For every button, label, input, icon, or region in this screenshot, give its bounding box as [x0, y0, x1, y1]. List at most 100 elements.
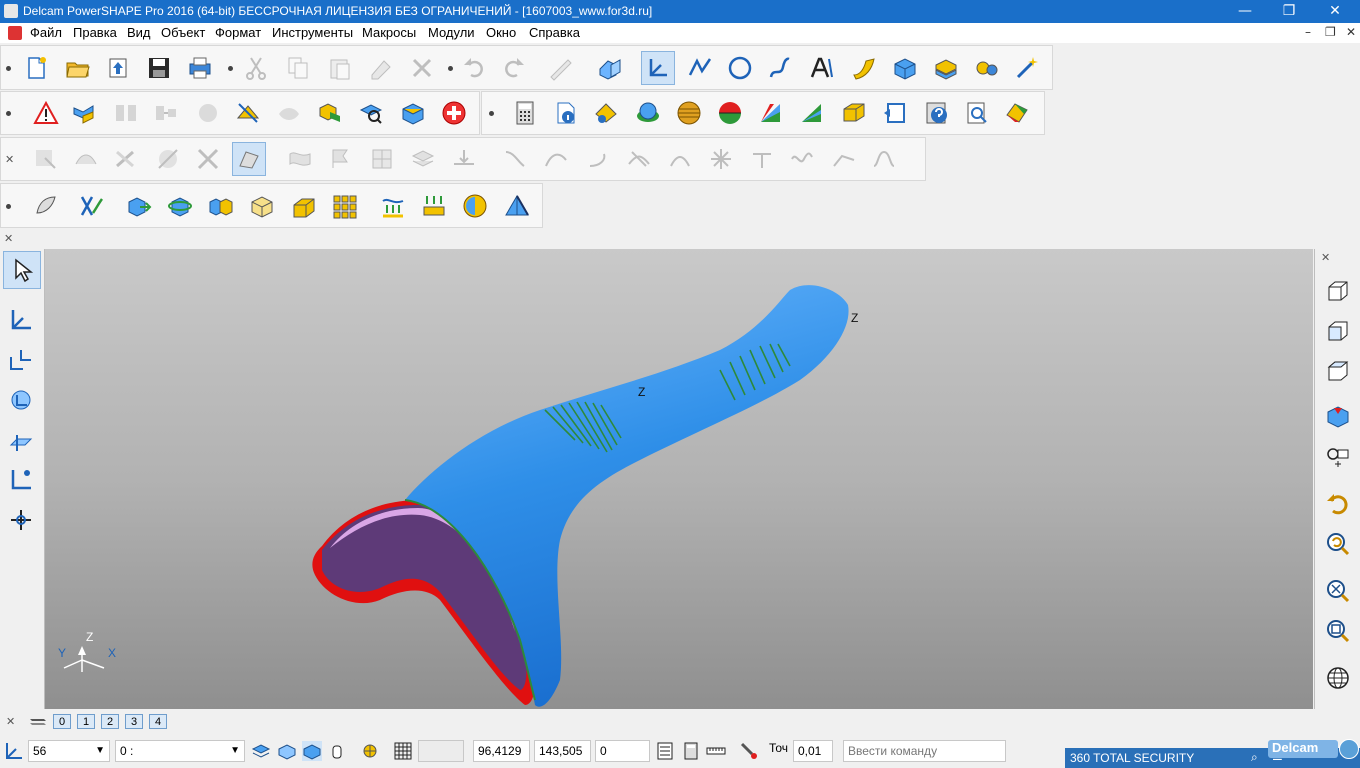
zoom-page-button[interactable] [960, 96, 994, 130]
render-button[interactable] [631, 96, 665, 130]
menu-object[interactable]: Объект [161, 25, 205, 40]
text-button[interactable] [805, 51, 839, 85]
hand-icon[interactable] [327, 741, 347, 761]
calculator-icon[interactable] [681, 741, 701, 761]
surface-tool-4[interactable] [151, 142, 185, 176]
assembly-button[interactable] [929, 51, 963, 85]
workplane-multi-button[interactable] [4, 343, 38, 377]
menu-edit[interactable]: Правка [73, 25, 117, 40]
curve-tool-9[interactable] [827, 142, 861, 176]
curve-tool-10[interactable] [867, 142, 901, 176]
solid-tool-6[interactable] [245, 189, 279, 223]
surface-tool-11[interactable] [447, 142, 481, 176]
coordinate-y-field[interactable]: 143,505 [534, 740, 591, 762]
tolerance-field[interactable]: 0,01 [793, 740, 833, 762]
solid-tool-4[interactable] [163, 189, 197, 223]
close-button[interactable]: ✕ [1312, 0, 1358, 23]
solid-tool-9[interactable] [376, 189, 410, 223]
surface-tool-8[interactable] [323, 142, 357, 176]
info-button[interactable] [549, 96, 583, 130]
blend-button[interactable] [67, 96, 101, 130]
solid-tool-11[interactable] [458, 189, 492, 223]
surface-tool-6[interactable] [232, 142, 266, 176]
panel-close-button[interactable]: ✕ [4, 232, 13, 245]
select-button[interactable] [3, 251, 41, 289]
solid-tool-10[interactable] [417, 189, 451, 223]
level-tab-0[interactable]: 0 [53, 714, 71, 729]
surface-tool-10[interactable] [406, 142, 440, 176]
morph-button[interactable] [272, 96, 306, 130]
toolbar-close-button[interactable]: ✕ [5, 153, 14, 166]
section-button[interactable] [396, 96, 430, 130]
model-viewport[interactable]: Z Z Z Y X [45, 249, 1313, 709]
trim-button[interactable] [231, 96, 265, 130]
paste-button[interactable] [323, 51, 357, 85]
solid-tool-8[interactable] [328, 189, 362, 223]
zoom-box-button[interactable] [1321, 614, 1355, 648]
view-camera-button[interactable] [1321, 439, 1355, 473]
workplane-plane-button[interactable] [4, 425, 38, 459]
set-select[interactable]: 0 : ▼ [115, 740, 245, 762]
layers-button[interactable] [672, 96, 706, 130]
check-button[interactable] [29, 96, 63, 130]
surface-tool-3[interactable] [109, 142, 143, 176]
solid-tool-2[interactable] [75, 189, 109, 223]
wizard-button[interactable] [1010, 51, 1044, 85]
toolbar-grip[interactable] [489, 111, 494, 116]
workplane-button[interactable] [641, 51, 675, 85]
doc-minimize-button[interactable]: – [1305, 25, 1311, 39]
solid-tool-7[interactable] [287, 189, 321, 223]
settings-button[interactable] [969, 51, 1003, 85]
probe-icon[interactable] [739, 741, 759, 761]
level-tab-1[interactable]: 1 [77, 714, 95, 729]
analysis-button[interactable] [354, 96, 388, 130]
curve-button[interactable] [763, 51, 797, 85]
toolbar-grip[interactable] [6, 111, 11, 116]
menu-format[interactable]: Формат [215, 25, 261, 40]
workplane-tool-button[interactable] [4, 303, 38, 337]
save-button[interactable] [142, 51, 176, 85]
view-iso-button[interactable] [1321, 274, 1355, 308]
zoom-fit-button[interactable] [1321, 574, 1355, 608]
view-globe-button[interactable] [1321, 661, 1355, 695]
tray-icon[interactable] [1339, 739, 1359, 759]
open-file-button[interactable] [61, 51, 95, 85]
solid-tool-5[interactable] [204, 189, 238, 223]
zoom-previous-button[interactable] [1321, 527, 1355, 561]
level-tab-2[interactable]: 2 [101, 714, 119, 729]
menu-modules[interactable]: Модули [428, 25, 475, 40]
shading-button[interactable] [593, 51, 627, 85]
grid-icon[interactable] [393, 741, 413, 761]
view-shaded-button[interactable] [1321, 399, 1355, 433]
minimize-button[interactable]: — [1222, 0, 1268, 23]
draft-button[interactable] [713, 96, 747, 130]
surface-tool-9[interactable] [365, 142, 399, 176]
view-button[interactable] [878, 96, 912, 130]
line-button[interactable] [683, 51, 717, 85]
stock-button[interactable] [837, 96, 871, 130]
menu-window[interactable]: Окно [486, 25, 516, 40]
arc-button[interactable] [723, 51, 757, 85]
select-solids-icon[interactable] [302, 741, 322, 761]
curve-tool-6[interactable] [704, 142, 738, 176]
print-button[interactable] [183, 51, 217, 85]
ruler-icon[interactable] [706, 741, 726, 761]
workplane-align-button[interactable] [4, 463, 38, 497]
level-tab-4[interactable]: 4 [149, 714, 167, 729]
view-previous-button[interactable] [1321, 487, 1355, 521]
menu-file[interactable]: Файл [30, 25, 62, 40]
maximize-button[interactable]: ❐ [1266, 0, 1312, 23]
curve-tool-1[interactable] [498, 142, 532, 176]
surface-tool-7[interactable] [283, 142, 317, 176]
import-button[interactable] [101, 51, 135, 85]
toolbar-grip[interactable] [448, 66, 453, 71]
curve-tool-5[interactable] [663, 142, 697, 176]
menu-tools[interactable]: Инструменты [272, 25, 353, 40]
solid-button[interactable] [888, 51, 922, 85]
surface-tool-5[interactable] [191, 142, 225, 176]
view-top-button[interactable] [1321, 354, 1355, 388]
cut-button[interactable] [239, 51, 273, 85]
surface-tool-2[interactable] [69, 142, 103, 176]
smoothness-button[interactable] [795, 96, 829, 130]
snap-icon[interactable] [361, 741, 381, 761]
